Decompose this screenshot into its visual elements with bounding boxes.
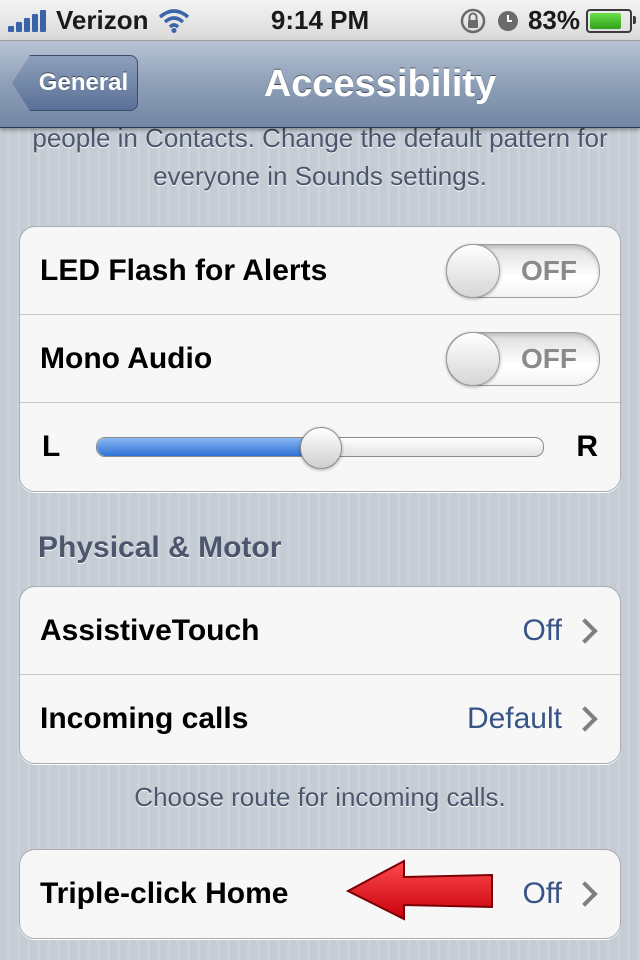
slider-thumb[interactable] <box>300 427 342 469</box>
rotation-lock-icon <box>460 8 486 33</box>
battery-percent: 83% <box>527 5 580 35</box>
chevron-right-icon <box>572 617 598 644</box>
switch-state-label: OFF <box>521 254 577 286</box>
switch-knob <box>446 331 500 386</box>
battery-fill <box>590 12 621 29</box>
balance-slider-row: L R <box>20 403 620 491</box>
physical-motor-group: AssistiveTouch Off Incoming calls Defaul… <box>19 586 621 764</box>
switch-state-label: OFF <box>521 342 577 374</box>
hearing-group: LED Flash for Alerts OFF Mono Audio OFF … <box>19 226 621 492</box>
assistive-touch-label: AssistiveTouch <box>40 613 260 647</box>
vibration-footer-text: people in Contacts. Change the default p… <box>32 127 608 191</box>
mono-audio-label: Mono Audio <box>40 341 213 375</box>
page-title: Accessibility <box>263 63 497 105</box>
mono-audio-row: Mono Audio OFF <box>20 315 620 403</box>
triple-click-group: Triple-click Home Off <box>19 849 621 939</box>
incoming-calls-value: Default <box>466 702 562 735</box>
triple-click-home-row[interactable]: Triple-click Home Off <box>20 850 620 938</box>
balance-right-label: R <box>576 430 598 463</box>
battery-icon <box>586 8 636 33</box>
back-button-general[interactable]: General <box>12 55 138 111</box>
status-bar: Verizon 9:14 PM 83% <box>0 0 640 41</box>
chevron-right-icon <box>572 881 598 907</box>
red-arrow-icon <box>346 859 493 921</box>
balance-left-label: L <box>42 430 61 463</box>
navigation-bar: General Accessibility <box>0 41 640 128</box>
led-flash-switch[interactable]: OFF <box>446 243 600 298</box>
triple-click-home-value: Off <box>522 877 562 910</box>
alarm-icon <box>497 10 518 31</box>
assistive-touch-value: Off <box>522 613 562 647</box>
chevron-right-icon <box>572 706 598 732</box>
assistive-touch-row[interactable]: AssistiveTouch Off <box>20 587 620 675</box>
switch-knob <box>446 243 500 298</box>
settings-scroll-area[interactable]: people in Contacts. Change the default p… <box>0 127 640 960</box>
incoming-calls-footer: Choose route for incoming calls. <box>134 782 506 812</box>
led-flash-row: LED Flash for Alerts OFF <box>20 227 620 315</box>
section-header-physical-motor: Physical & Motor <box>38 531 282 564</box>
mono-audio-switch[interactable]: OFF <box>446 331 600 386</box>
incoming-calls-label: Incoming calls <box>40 702 249 735</box>
led-flash-label: LED Flash for Alerts <box>40 253 328 287</box>
balance-slider[interactable] <box>96 427 544 469</box>
slider-fill <box>97 438 320 456</box>
incoming-calls-row[interactable]: Incoming calls Default <box>20 675 620 763</box>
